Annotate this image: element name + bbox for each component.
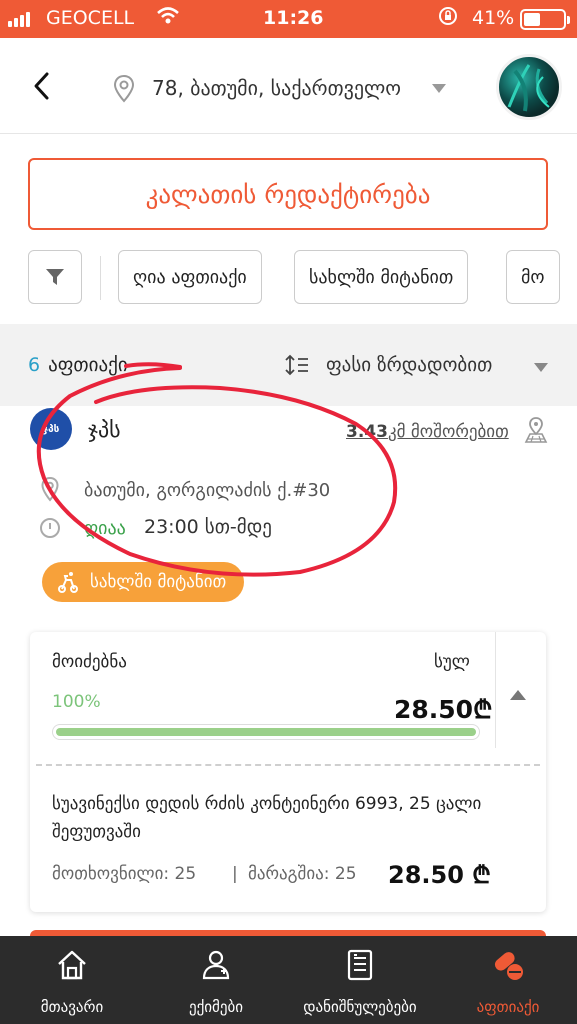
carrier-name: GEOCELL xyxy=(46,7,135,29)
results-number: 6 xyxy=(28,354,41,376)
status-bar: GEOCELL 11:26 41% xyxy=(0,0,577,38)
pharmacy-name: ჯპს xyxy=(88,418,121,443)
quantity-separator: | xyxy=(232,864,238,884)
clock-time: 11:26 xyxy=(263,7,324,29)
tab-pharmacy[interactable]: აფთიაქი xyxy=(460,936,556,1024)
requested-quantity: მოთხოვნილი: 25 xyxy=(52,864,197,884)
available-label: მოიძებნა xyxy=(52,652,127,672)
location-pin-icon xyxy=(112,74,136,108)
stock-quantity: მარაგშია: 25 xyxy=(248,864,357,884)
filter-divider xyxy=(100,256,101,300)
doctor-icon xyxy=(199,948,233,984)
product-name: სუავინექსი დედის რძის კონტეინერი 6993, 2… xyxy=(52,794,482,842)
pharmacy-distance[interactable]: 3.43კმ მოშორებით xyxy=(346,422,509,442)
distance-unit: კმ მოშორებით xyxy=(387,422,509,442)
avatar[interactable] xyxy=(496,54,562,120)
filter-chip-open[interactable]: ღია აფთიაქი xyxy=(118,250,262,304)
results-bar: 6 აფთიაქი ფასი ზრდადობით xyxy=(0,324,577,406)
tab-doctors-label: ექიმები xyxy=(188,998,244,1016)
clock-icon xyxy=(40,518,60,538)
delivery-icon xyxy=(58,572,78,593)
card-divider xyxy=(495,632,496,748)
distance-value: 3.43 xyxy=(346,422,388,442)
rotation-lock-icon xyxy=(438,6,458,31)
tab-pharmacy-label: აფთიაქი xyxy=(476,998,540,1016)
total-price: 28.50₾ xyxy=(394,695,493,724)
tab-prescriptions-label: დანიშნულებები xyxy=(303,998,417,1016)
dashed-divider xyxy=(36,764,540,766)
sort-selector[interactable]: ფასი ზრდადობით xyxy=(326,354,492,376)
signal-icon xyxy=(8,12,30,27)
availability-progress xyxy=(52,724,480,740)
filter-chip-more[interactable]: მო xyxy=(506,250,560,304)
pharmacy-logo-text: ჯპს xyxy=(42,423,60,435)
results-label: აფთიაქი xyxy=(48,354,128,376)
results-count: 6 აფთიაქი xyxy=(28,354,128,376)
battery-icon xyxy=(520,9,570,30)
wifi-icon xyxy=(156,6,180,31)
chevron-up-icon[interactable] xyxy=(510,690,526,700)
opening-hours: 23:00 სთ-მდე xyxy=(144,516,272,538)
total-label: სულ xyxy=(434,652,470,672)
delivery-label: სახლში მიტანით xyxy=(90,572,227,592)
battery-percent: 41% xyxy=(472,7,515,29)
pharmacy-logo: ჯპს xyxy=(30,408,72,450)
item-price: 28.50 ₾ xyxy=(388,861,491,889)
edit-cart-button[interactable]: კალათის რედაქტირება xyxy=(28,158,548,230)
chevron-down-icon[interactable] xyxy=(534,363,548,372)
location-selector[interactable]: 78, ბათუმი, საქართველო xyxy=(152,76,401,100)
pills-icon xyxy=(490,948,526,984)
prescription-icon xyxy=(343,948,377,984)
availability-progress-fill xyxy=(56,728,476,736)
tab-prescriptions[interactable]: დანიშნულებები xyxy=(282,936,438,1024)
filter-icon xyxy=(46,269,64,285)
bottom-tab-bar: მთავარი ექიმები დანიშნულებები აფთიაქი xyxy=(0,936,577,1024)
open-status: ღიაა xyxy=(84,518,126,539)
back-icon[interactable] xyxy=(28,68,58,104)
main-content: კალათის რედაქტირება ღია აფთიაქი სახლში მ… xyxy=(0,134,577,936)
sort-icon[interactable] xyxy=(284,354,310,380)
filter-chip-delivery[interactable]: სახლში მიტანით xyxy=(294,250,469,304)
tab-home-label: მთავარი xyxy=(40,998,104,1016)
map-pin-icon[interactable] xyxy=(524,416,548,448)
tab-home[interactable]: მთავარი xyxy=(22,936,122,1024)
filter-button[interactable] xyxy=(28,250,82,304)
availability-percent: 100% xyxy=(52,692,101,712)
chevron-down-icon[interactable] xyxy=(432,84,446,93)
filter-bar: ღია აფთიაქი სახლში მიტანით მო xyxy=(28,250,577,306)
pharmacy-address: ბათუმი, გორგილაძის ქ.#30 xyxy=(84,480,331,501)
delivery-badge: სახლში მიტანით xyxy=(42,562,245,602)
home-icon xyxy=(55,948,89,984)
top-header: 78, ბათუმი, საქართველო xyxy=(0,38,577,134)
availability-card: მოიძებნა სულ 100% 28.50₾ სუავინექსი დედი… xyxy=(30,632,546,912)
address-pin-icon xyxy=(40,476,60,506)
tab-doctors[interactable]: ექიმები xyxy=(168,936,264,1024)
